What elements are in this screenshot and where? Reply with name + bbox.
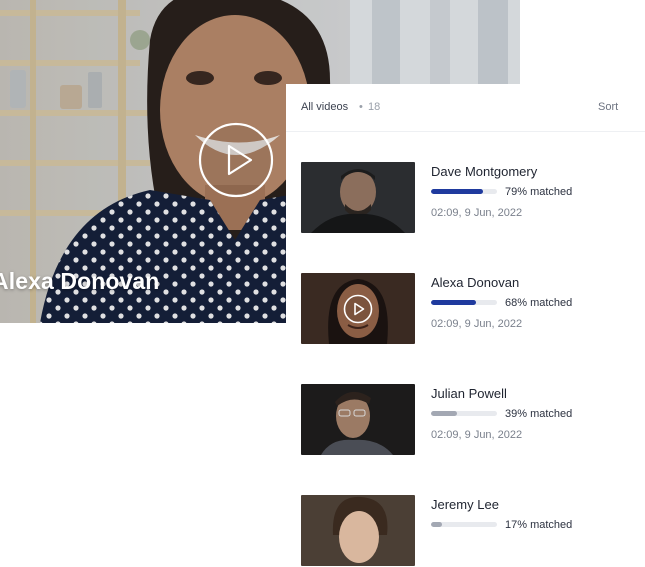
video-timestamp: 02:09, 9 Jun, 2022 [431, 318, 523, 330]
video-list-item[interactable]: Alexa Donovan 68% matched 02:09, 9 Jun, … [301, 273, 631, 345]
match-percentage: 39% matched [505, 408, 573, 420]
video-list-panel: All videos • 18 Sort Dave Montgomery 79%… [286, 84, 645, 566]
video-list-header: All videos • 18 Sort [286, 84, 645, 132]
match-percentage: 79% matched [505, 186, 573, 198]
match-percentage: 17% matched [505, 519, 573, 531]
video-timestamp: 02:09, 9 Jun, 2022 [431, 207, 523, 219]
video-thumbnail[interactable] [301, 273, 415, 344]
video-list-item[interactable]: Julian Powell 39% matched 02:09, 9 Jun, … [301, 384, 631, 456]
video-person-name: Alexa Donovan [431, 275, 520, 290]
match-progress-fill [431, 189, 484, 194]
hero-play-icon[interactable] [198, 122, 274, 198]
video-person-name: Julian Powell [431, 386, 507, 401]
hero-person-name: Alexa Donovan [0, 268, 160, 294]
video-thumbnail[interactable] [301, 384, 415, 455]
match-progress-fill [431, 522, 443, 527]
video-thumbnail[interactable] [301, 162, 415, 233]
match-progress-bar [431, 522, 497, 527]
sort-button[interactable]: Sort [598, 101, 618, 113]
video-list-item[interactable]: Dave Montgomery 79% matched 02:09, 9 Jun… [301, 162, 631, 234]
video-thumbnail[interactable] [301, 495, 415, 566]
thumbnail-play-icon[interactable] [343, 294, 373, 324]
match-percentage: 68% matched [505, 297, 573, 309]
count-separator: • [359, 101, 363, 113]
match-progress-bar [431, 189, 497, 194]
video-timestamp: 02:09, 9 Jun, 2022 [431, 429, 523, 441]
video-list-item[interactable]: Jeremy Lee 17% matched [301, 495, 631, 567]
video-count: 18 [368, 101, 381, 113]
match-progress-fill [431, 411, 457, 416]
match-progress-bar [431, 300, 497, 305]
list-title: All videos [301, 101, 349, 113]
video-person-name: Jeremy Lee [431, 497, 499, 512]
match-progress-bar [431, 411, 497, 416]
match-progress-fill [431, 300, 476, 305]
video-person-name: Dave Montgomery [431, 164, 538, 179]
